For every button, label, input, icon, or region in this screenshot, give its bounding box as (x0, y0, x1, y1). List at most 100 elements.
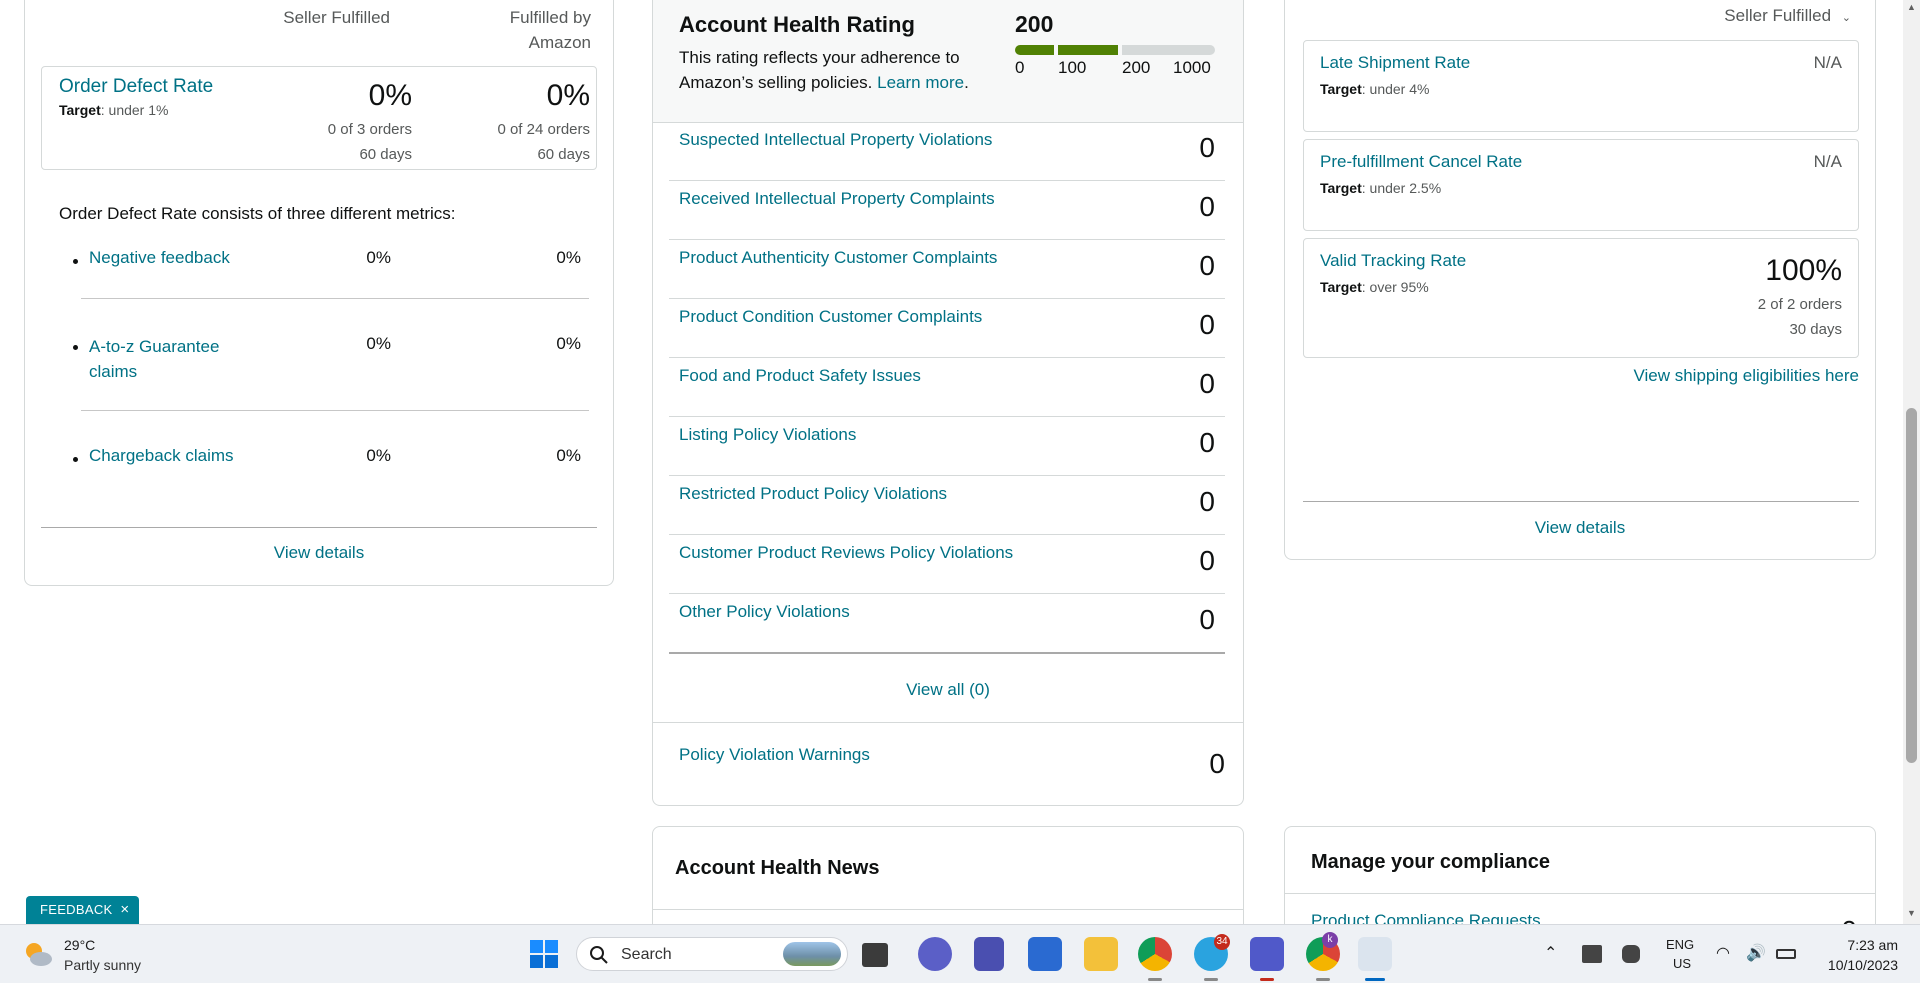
target-label: Target (59, 102, 101, 118)
gmail-tray-icon[interactable] (1622, 945, 1640, 963)
wifi-icon[interactable]: ◠ (1716, 943, 1730, 963)
metric-divider (81, 410, 589, 411)
violation-row: Product Condition Customer Complaints 0 (669, 299, 1225, 358)
cancel-rate-box: Pre-fulfillment Cancel Rate Target: unde… (1303, 139, 1859, 231)
violation-count: 0 (1199, 250, 1215, 281)
ip-complaints-link[interactable]: Received Intellectual Property Complaint… (679, 189, 995, 209)
scroll-down-arrow-icon[interactable]: ▼ (1907, 908, 1916, 918)
listing-policy-link[interactable]: Listing Policy Violations (679, 425, 856, 445)
account-health-description: This rating reflects your adherence to A… (679, 45, 969, 95)
violation-row: Food and Product Safety Issues 0 (669, 358, 1225, 417)
target-value: : under 1% (100, 102, 169, 118)
close-icon[interactable]: × (120, 901, 129, 918)
tracking-rate-target: Target: over 95% (1320, 279, 1429, 295)
column-amazon-line2: Amazon (528, 33, 591, 52)
learn-more-link[interactable]: Learn more (877, 73, 964, 92)
clock-time[interactable]: 7:23 am (1818, 937, 1898, 953)
negative-feedback-link[interactable]: Negative feedback (89, 248, 230, 268)
violation-count: 0 (1199, 427, 1215, 458)
scroll-up-arrow-icon[interactable]: ▲ (1907, 2, 1916, 12)
chevron-down-icon: ⌄ (1841, 12, 1851, 24)
tracking-rate-orders: 2 of 2 orders (1757, 296, 1842, 313)
target-label: Target (1320, 81, 1362, 97)
tracking-rate-days: 30 days (1789, 321, 1842, 338)
violation-count: 0 (1199, 604, 1215, 635)
other-policy-link[interactable]: Other Policy Violations (679, 602, 850, 622)
rating-scale-bar (1015, 45, 1215, 55)
tracking-rate-link[interactable]: Valid Tracking Rate (1320, 251, 1466, 271)
violation-row: Suspected Intellectual Property Violatio… (669, 122, 1225, 181)
target-value: : under 2.5% (1361, 180, 1442, 196)
chrome-profile-badge: k (1322, 932, 1338, 948)
dropdown-label: Seller Fulfilled (1724, 6, 1832, 25)
file-explorer-icon[interactable] (1084, 937, 1118, 971)
taskbar-search-box[interactable]: Search (576, 937, 848, 971)
violation-count: 0 (1199, 486, 1215, 517)
battery-icon[interactable] (1776, 949, 1796, 959)
shipping-view-details-link[interactable]: View details (1285, 518, 1875, 538)
authenticity-complaints-link[interactable]: Product Authenticity Customer Complaints (679, 248, 997, 268)
scale-label-100: 100 (1058, 58, 1087, 77)
feedback-button[interactable]: FEEDBACK × (26, 896, 140, 924)
tracking-rate-value: 100% (1765, 254, 1842, 287)
a-to-z-amazon: 0% (556, 334, 581, 353)
language-indicator[interactable]: ENG (1666, 937, 1694, 952)
order-defect-rate-link[interactable]: Order Defect Rate (59, 76, 213, 98)
late-shipment-target: Target: under 4% (1320, 81, 1429, 97)
chevron-up-icon[interactable]: ⌃ (1544, 943, 1557, 963)
policy-warnings-link[interactable]: Policy Violation Warnings (679, 745, 870, 765)
violation-row: Other Policy Violations 0 (669, 594, 1225, 654)
clock-date: 10/10/2023 (1827, 957, 1898, 973)
weather-description: Partly sunny (64, 957, 142, 973)
scale-label-1000: 1000 (1173, 58, 1211, 77)
volume-icon[interactable]: 🔊 (1746, 943, 1766, 963)
start-button[interactable] (527, 937, 561, 971)
running-indicator (1260, 978, 1274, 981)
running-indicator (1148, 978, 1162, 981)
a-to-z-seller: 0% (366, 334, 391, 353)
tracking-rate-box: Valid Tracking Rate Target: over 95% 100… (1303, 238, 1859, 358)
gmail-icon[interactable] (974, 937, 1004, 971)
shipping-eligibilities-link[interactable]: View shipping eligibilities here (1633, 366, 1859, 386)
scrollbar-thumb[interactable] (1906, 408, 1917, 763)
account-health-card: Account Health Rating This rating reflec… (652, 0, 1244, 806)
weather-widget[interactable] (20, 936, 58, 974)
ip-violations-link[interactable]: Suspected Intellectual Property Violatio… (679, 130, 992, 150)
late-shipment-link[interactable]: Late Shipment Rate (1320, 53, 1470, 73)
violation-count: 0 (1199, 309, 1215, 340)
restricted-product-link[interactable]: Restricted Product Policy Violations (679, 484, 947, 504)
odr-view-details-link[interactable]: View details (25, 543, 613, 563)
fulfillment-dropdown[interactable]: Seller Fulfilled ⌄ (1724, 6, 1851, 26)
account-health-news-title: Account Health News (675, 857, 880, 879)
page-scrollbar[interactable]: ▲ ▼ (1903, 0, 1920, 924)
learn-more-period: . (964, 73, 969, 92)
task-view-icon[interactable] (862, 943, 888, 967)
description-line1: This rating reflects your adherence to (679, 48, 960, 67)
food-safety-link[interactable]: Food and Product Safety Issues (679, 366, 921, 386)
description-line2: Amazon’s selling policies. Learn more. (679, 70, 969, 95)
a-to-z-claims-link[interactable]: A-to-z Guarantee claims (89, 334, 219, 384)
odr-consists-text: Order Defect Rate consists of three diff… (59, 204, 456, 223)
condition-complaints-link[interactable]: Product Condition Customer Complaints (679, 307, 982, 327)
policy-warnings-count: 0 (1209, 748, 1225, 779)
search-placeholder: Search (621, 946, 672, 963)
odr-seller-days: 60 days (359, 146, 412, 163)
target-value: : under 4% (1361, 81, 1430, 97)
partly-sunny-icon (26, 943, 52, 966)
odr-amazon-value: 0% (546, 79, 590, 112)
reviews-policy-link[interactable]: Customer Product Reviews Policy Violatio… (679, 543, 1013, 563)
snipping-tool-icon[interactable] (1358, 937, 1392, 971)
teams-icon[interactable] (1250, 937, 1284, 971)
settings-toggle-icon[interactable] (1582, 945, 1602, 963)
product-compliance-requests-link[interactable]: Product Compliance Requests (1311, 911, 1541, 924)
cancel-rate-value: N/A (1813, 152, 1842, 171)
chargeback-claims-link[interactable]: Chargeback claims (89, 446, 234, 466)
view-all-violations-link[interactable]: View all (0) (653, 680, 1243, 700)
chat-icon[interactable] (918, 937, 952, 971)
odr-seller-value: 0% (368, 79, 412, 112)
section-divider (653, 722, 1243, 723)
chrome-icon[interactable] (1138, 937, 1172, 971)
card-footer-divider (1303, 501, 1859, 502)
cancel-rate-link[interactable]: Pre-fulfillment Cancel Rate (1320, 152, 1522, 172)
store-icon[interactable] (1028, 937, 1062, 971)
